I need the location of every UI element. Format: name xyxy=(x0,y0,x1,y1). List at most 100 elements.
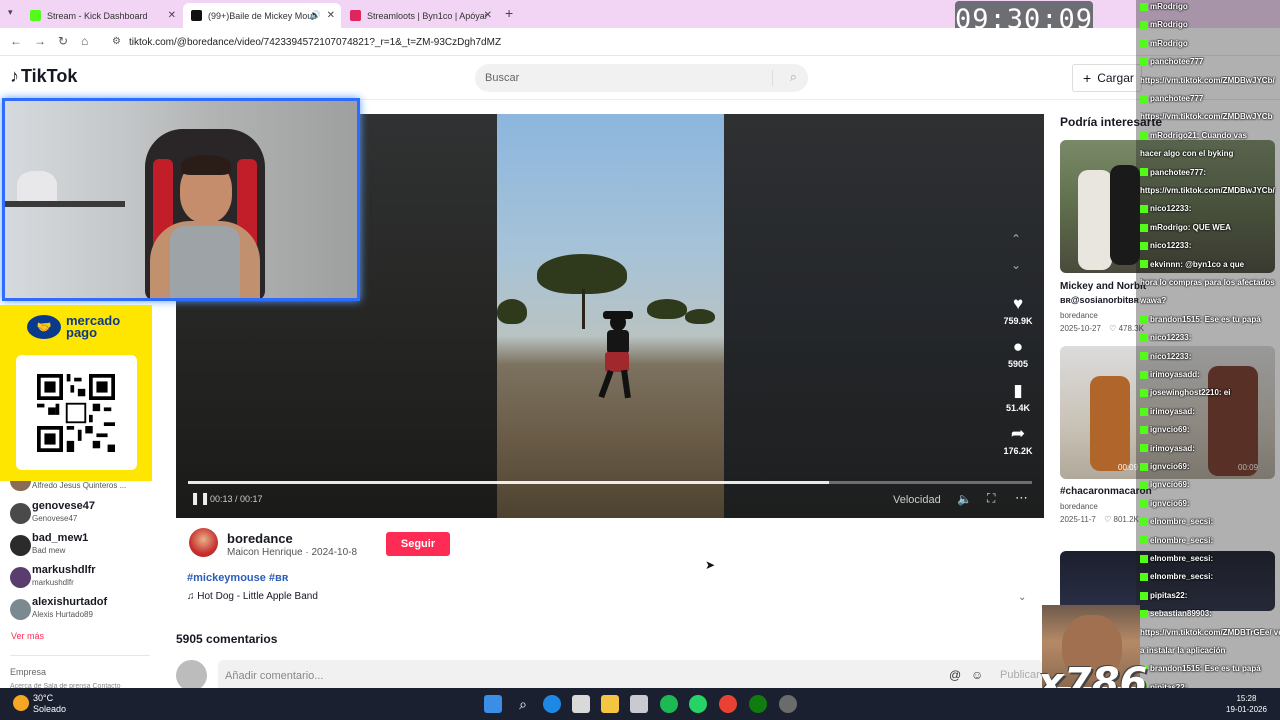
chat-message: a instalar la aplicación xyxy=(1140,646,1280,660)
chat-message: ignvcio69: xyxy=(1140,480,1280,494)
chat-username: nico12233 xyxy=(1150,241,1189,251)
emoji-icon[interactable]: ☺ xyxy=(971,668,983,682)
sun-icon[interactable] xyxy=(13,695,29,711)
kick-badge-icon xyxy=(1140,94,1148,103)
forward-icon[interactable]: → xyxy=(34,34,46,48)
weather-widget[interactable]: 30°C Soleado xyxy=(33,693,66,715)
chat-message: hora lo compras para los afectados xyxy=(1140,278,1280,292)
new-tab-button[interactable]: + xyxy=(505,5,513,21)
chat-message: ignvcio69: xyxy=(1140,425,1280,439)
sidebar-account-markushdlfr[interactable]: markushdlfr markushdlfr xyxy=(10,564,155,590)
search-icon[interactable]: ⌕ xyxy=(514,695,532,713)
speaker-icon[interactable]: 🔊 xyxy=(310,10,321,21)
sidebar-account-bad-mew1[interactable]: bad_mew1 Bad mew xyxy=(10,532,155,558)
store-icon[interactable] xyxy=(572,695,590,713)
next-video-icon[interactable]: ⌄ xyxy=(1011,258,1021,272)
follow-button[interactable]: Seguir xyxy=(386,532,450,556)
steam-icon[interactable] xyxy=(779,695,797,713)
chat-message: https://vm.tiktok.com/ZMDBwJYCb xyxy=(1140,112,1280,126)
tab-tiktok-video[interactable]: (99+)Baile de Mickey Mous 🔊 ✕ xyxy=(183,3,341,28)
recommendation-author[interactable]: boredance xyxy=(1060,311,1098,320)
previous-video-icon[interactable]: ⌃ xyxy=(1011,232,1021,246)
home-icon[interactable]: ⌂ xyxy=(81,34,88,48)
windows-start-icon[interactable] xyxy=(484,695,502,713)
snipping-tool-icon[interactable] xyxy=(630,695,648,713)
chat-username: nico12233 xyxy=(1150,204,1189,214)
kick-badge-icon xyxy=(1140,426,1148,435)
author-avatar[interactable] xyxy=(189,528,218,557)
chat-text: wawa? xyxy=(1140,296,1167,306)
share-button[interactable]: ➦ 176.2K xyxy=(996,424,1040,456)
comment-input[interactable]: Añadir comentario... xyxy=(218,660,1043,691)
system-clock[interactable]: 15:28 19-01-2026 xyxy=(1226,693,1267,715)
plus-icon: + xyxy=(1083,70,1092,86)
save-button[interactable]: ▮ 51.4K xyxy=(996,381,1040,413)
video-hashtags[interactable]: #mickeymouse #вʀ xyxy=(187,572,288,584)
clock-date: 19-01-2026 xyxy=(1226,705,1267,714)
pause-icon[interactable]: ❚❚ xyxy=(190,491,210,505)
reload-icon[interactable]: ↻ xyxy=(58,34,68,48)
heart-icon: ♥ xyxy=(1012,294,1024,313)
upload-button[interactable]: + Cargar xyxy=(1072,64,1142,92)
xbox-icon[interactable] xyxy=(749,695,767,713)
edge-icon[interactable] xyxy=(543,695,561,713)
file-explorer-icon[interactable] xyxy=(601,695,619,713)
expand-description-icon[interactable]: ⌄ xyxy=(1018,592,1026,603)
sidebar-account-alexishurtadof[interactable]: alexishurtadof Alexis Hurtado89 xyxy=(10,596,155,622)
temperature: 30°C xyxy=(33,693,54,703)
more-options-icon[interactable]: ⋯ xyxy=(1015,490,1028,506)
video-progress-bar[interactable] xyxy=(188,481,1032,484)
tiktok-logo[interactable]: ♪ TikTok xyxy=(10,66,77,87)
person-figure xyxy=(1090,376,1130,471)
recommendation-caption[interactable]: Mickey and Norbit xyxy=(1060,281,1146,292)
search-icon[interactable]: ⌕ xyxy=(790,69,797,85)
back-icon[interactable]: ← xyxy=(10,34,22,48)
sidebar-account-genovese47[interactable]: genovese47 Genovese47 xyxy=(10,500,155,526)
search-placeholder: Buscar xyxy=(485,72,520,84)
close-icon[interactable]: ✕ xyxy=(168,10,176,21)
chat-message: nico12233: xyxy=(1140,333,1280,347)
tab-search-icon[interactable]: ▾ xyxy=(8,7,13,18)
kick-badge-icon xyxy=(1140,260,1148,269)
close-icon[interactable]: ✕ xyxy=(484,10,492,21)
chat-username: panchotee777 xyxy=(1150,167,1204,177)
spotify-icon[interactable] xyxy=(660,695,678,713)
kick-badge-icon xyxy=(1140,444,1148,453)
author-username[interactable]: boredance xyxy=(227,531,293,546)
tab-title: Streamloots | Byn1co | Apóyam xyxy=(367,10,487,21)
account-subname: Alfredo Jesus Quinteros ... xyxy=(32,481,127,490)
kick-badge-icon xyxy=(1140,407,1148,416)
tab-kick-dashboard[interactable]: Stream - Kick Dashboard ✕ xyxy=(22,3,182,28)
close-icon[interactable]: ✕ xyxy=(327,10,335,21)
recommendation-author[interactable]: boredance xyxy=(1060,502,1098,511)
speed-button[interactable]: Velocidad xyxy=(893,494,941,506)
handshake-icon: 🤝 xyxy=(27,315,61,339)
fullscreen-icon[interactable]: ⛶ xyxy=(987,491,995,506)
like-button[interactable]: ♥ 759.9K xyxy=(996,294,1040,326)
chat-username: mRodrigo xyxy=(1150,20,1188,30)
tab-streamloots[interactable]: Streamloots | Byn1co | Apóyam ✕ xyxy=(342,3,498,28)
account-subname: Genovese47 xyxy=(32,514,78,523)
kick-badge-icon xyxy=(1140,352,1148,361)
chat-text: : xyxy=(1197,370,1200,379)
see-more-link[interactable]: Ver más xyxy=(11,631,44,641)
sidebar-account-partial[interactable]: Alfredo Jesus Quinteros ... xyxy=(10,479,155,493)
recommendation-date: 2025-11-7 xyxy=(1060,515,1096,524)
site-info-icon[interactable]: ⚙ xyxy=(112,36,121,47)
video-frame[interactable] xyxy=(497,114,724,518)
recommendation-meta: 2025-11-7 ♡ 801.2K xyxy=(1060,515,1139,524)
chrome-icon[interactable] xyxy=(719,695,737,713)
search-input[interactable]: Buscar ⌕ xyxy=(475,64,808,92)
url-field[interactable]: ⚙ tiktok.com/@boredance/video/7423394572… xyxy=(105,32,1115,52)
chat-text: : xyxy=(1186,498,1190,508)
qr-code-icon xyxy=(37,374,115,452)
whatsapp-icon[interactable] xyxy=(689,695,707,713)
account-subname: Bad mew xyxy=(32,546,66,555)
mention-icon[interactable]: @ xyxy=(949,668,961,682)
chat-username: ignvcio69 xyxy=(1150,425,1187,435)
volume-icon[interactable]: 🔈 xyxy=(957,492,972,506)
comment-button[interactable]: ● 5905 xyxy=(996,337,1040,369)
heart-icon: ♡ xyxy=(1104,515,1112,524)
post-comment-button[interactable]: Publicar xyxy=(1000,669,1040,681)
music-link[interactable]: ♫ Hot Dog - Little Apple Band xyxy=(187,591,318,602)
